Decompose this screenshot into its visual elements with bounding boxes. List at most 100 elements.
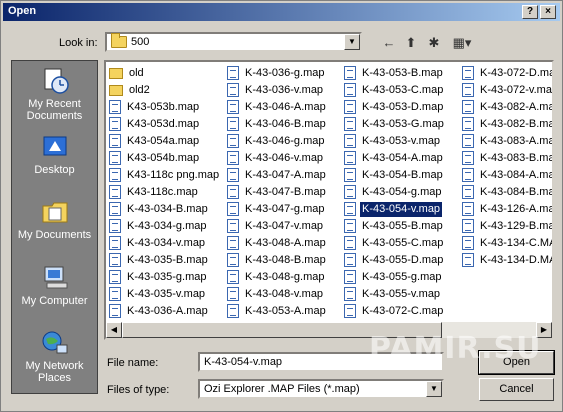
file-item[interactable]: K-43-034-B.map [109,202,221,219]
chevron-down-icon[interactable]: ▼ [344,34,360,50]
file-item[interactable]: K-43-034-v.map [109,236,221,253]
map-file-icon [344,270,356,285]
file-item[interactable]: K-43-046-B.map [227,117,328,134]
cancel-button[interactable]: Cancel [479,378,554,401]
file-item[interactable]: K-43-054-A.map [344,151,446,168]
file-name: K-43-047-A.map [245,169,326,181]
back-icon[interactable]: ← [379,35,399,51]
map-file-icon [109,236,121,251]
file-name: K-43-083-B.map [480,152,554,164]
place-my-computer[interactable]: My Computer [12,264,97,307]
file-item[interactable]: K-43-053-C.map [344,83,446,100]
map-file-icon [344,304,356,319]
place-recent-documents[interactable]: My Recent Documents [12,67,97,122]
file-item[interactable]: K-43-036-g.map [227,66,328,83]
scroll-left-icon[interactable]: ◀ [106,322,122,338]
file-item[interactable]: K-43-055-D.map [344,253,446,270]
file-item[interactable]: K-43-134-C.MA [462,236,552,253]
file-item[interactable]: K-43-082-B.map [462,117,552,134]
file-item[interactable]: K-43-054-B.map [344,168,446,185]
file-item[interactable]: K-43-084-B.map [462,185,552,202]
map-file-icon [227,270,239,285]
look-in-combo[interactable]: 500 ▼ [105,32,362,52]
file-item[interactable]: K-43-082-A.map [462,100,552,117]
file-item[interactable]: K-43-047-B.map [227,185,328,202]
map-file-icon [227,134,239,149]
file-item[interactable]: K-43-047-A.map [227,168,328,185]
file-item[interactable]: K-43-035-B.map [109,253,221,270]
file-name: K-43-129-B.map [480,220,554,232]
file-item[interactable]: K43-118c png.map [109,168,221,185]
file-type-combo[interactable]: Ozi Explorer .MAP Files (*.map) ▼ [198,379,444,399]
help-button[interactable]: ? [522,5,538,19]
file-name: K-43-072-C.map [362,305,444,317]
file-item[interactable]: K43-053b.map [109,100,221,117]
file-item[interactable]: K-43-053-G.map [344,117,446,134]
file-item[interactable]: K-43-048-v.map [227,287,328,304]
file-item[interactable]: K-43-053-A.map [227,304,328,321]
file-item[interactable]: K-43-035-v.map [109,287,221,304]
place-label: Desktop [34,164,75,176]
file-item[interactable]: K-43-053-D.map [344,100,446,117]
file-item[interactable]: K-43-047-g.map [227,202,328,219]
file-item[interactable]: K-43-055-g.map [344,270,446,287]
place-desktop[interactable]: Desktop [12,133,97,176]
file-item[interactable]: K43-054a.map [109,134,221,151]
file-item[interactable]: K-43-048-A.map [227,236,328,253]
file-list[interactable]: old old2 K43-053b.map K43-053d.map K43-054a.… [104,60,554,340]
file-name: K43-054b.map [127,152,200,164]
new-folder-icon[interactable]: ✱ [424,35,444,51]
file-item[interactable]: K-43-036-A.map [109,304,221,321]
file-name: K-43-053-v.map [362,135,441,147]
file-item[interactable]: K-43-055-v.map [344,287,446,304]
file-item[interactable]: K-43-035-g.map [109,270,221,287]
file-item[interactable]: K-43-055-B.map [344,219,446,236]
file-item[interactable]: K-43-126-A.map [462,202,552,219]
place-network[interactable]: My Network Places [12,329,97,384]
file-name: K-43-055-g.map [362,271,442,283]
file-item[interactable]: K-43-046-g.map [227,134,328,151]
file-item[interactable]: K43-054b.map [109,151,221,168]
folder-icon [109,67,123,79]
file-item[interactable]: K43-053d.map [109,117,221,134]
file-item[interactable]: K-43-036-v.map [227,83,328,100]
file-item[interactable]: K-43-072-D.map [462,66,552,83]
file-item[interactable]: K-43-053-v.map [344,134,446,151]
file-item[interactable]: K-43-083-B.map [462,151,554,168]
map-file-icon [227,253,239,268]
file-item[interactable]: K-43-048-B.map [227,253,328,270]
file-name: K43-053b.map [127,101,200,113]
up-folder-icon[interactable]: ⬆ [401,35,421,51]
file-item[interactable]: K-43-134-D.MA [462,253,552,270]
file-name: K-43-046-g.map [245,135,325,147]
folder-item[interactable]: old2 [109,83,221,100]
file-item[interactable]: K-43-055-C.map [344,236,446,253]
file-item[interactable]: K-43-053-B.map [344,66,446,83]
chevron-down-icon[interactable]: ▼ [426,381,442,397]
file-name: old2 [129,84,150,96]
file-name: K-43-036-v.map [245,84,324,96]
file-item[interactable]: K43-118c.map [109,185,221,202]
views-menu-icon[interactable]: ▦▾ [449,35,475,51]
file-item[interactable]: K-43-129-B.map [462,219,554,236]
file-item[interactable]: K-43-034-g.map [109,219,221,236]
file-item[interactable]: K-43-046-A.map [227,100,328,117]
title-bar[interactable]: Open ? × [3,3,560,21]
file-item[interactable]: K-43-047-v.map [227,219,328,236]
close-button[interactable]: × [540,5,556,19]
file-item[interactable]: K-43-084-A.map [462,168,552,185]
file-item[interactable]: K-43-054-v.map [344,201,446,219]
file-item[interactable]: K-43-054-g.map [344,185,446,202]
my-computer-icon [44,266,67,289]
file-item[interactable]: K-43-072-C.map [344,304,446,321]
folder-item[interactable]: old [109,66,221,83]
file-item[interactable]: K-43-083-A.map [462,134,552,151]
file-name: K-43-055-B.map [362,220,443,232]
place-my-documents[interactable]: My Documents [12,198,97,241]
file-item[interactable]: K-43-072-v.map [462,83,552,100]
file-name: K-43-053-A.map [245,305,326,317]
file-item[interactable]: K-43-048-g.map [227,270,328,287]
place-label: My Documents [17,229,92,241]
file-item[interactable]: K-43-046-v.map [227,151,328,168]
map-file-icon [462,185,474,200]
